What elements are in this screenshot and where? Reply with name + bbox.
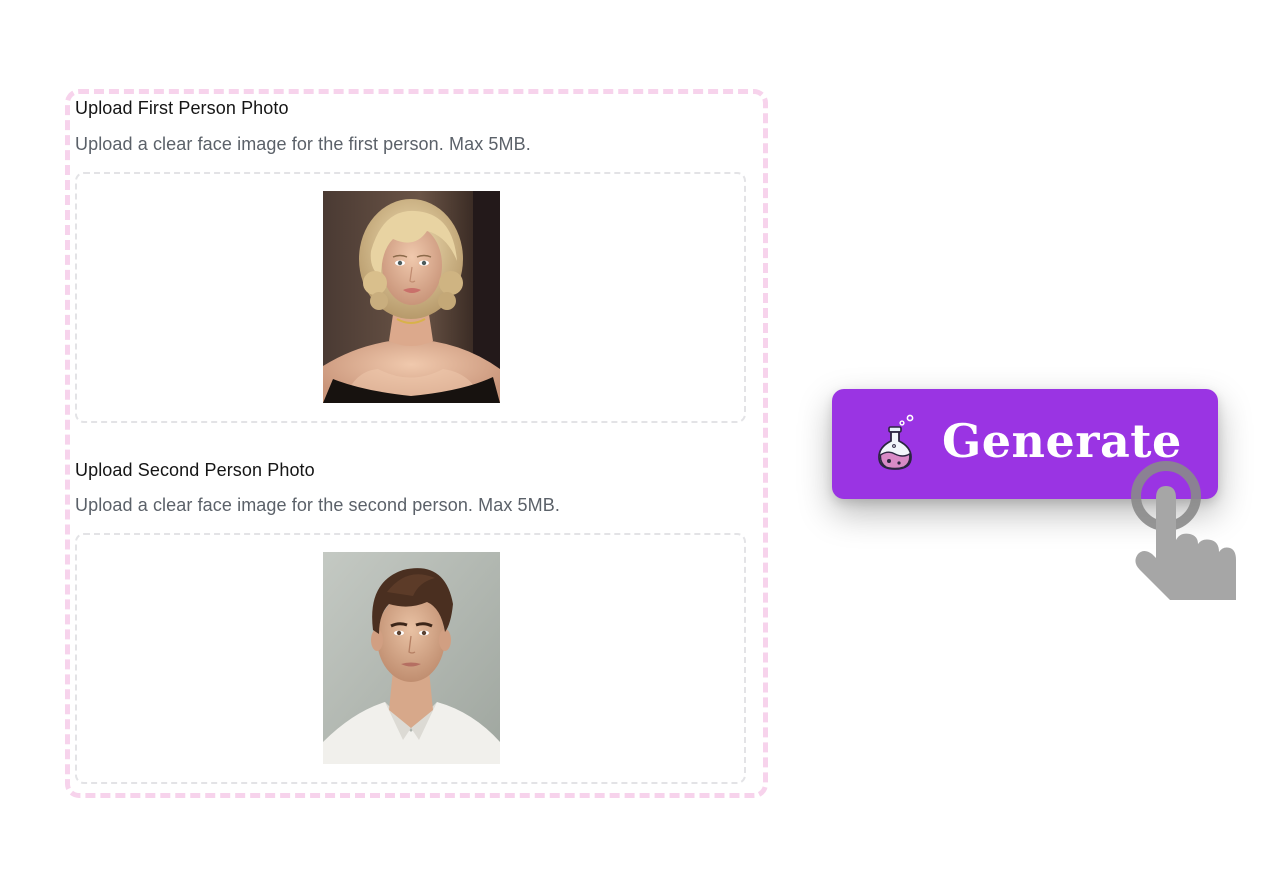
second-person-photo <box>323 552 500 764</box>
first-person-dropzone[interactable] <box>75 172 746 423</box>
hand-pointer-icon <box>1131 461 1236 600</box>
first-person-photo <box>323 191 500 403</box>
first-person-description: Upload a clear face image for the first … <box>75 134 531 154</box>
second-person-title: Upload Second Person Photo <box>75 460 315 480</box>
first-person-title: Upload First Person Photo <box>75 98 289 118</box>
second-person-description: Upload a clear face image for the second… <box>75 495 560 515</box>
second-person-dropzone[interactable] <box>75 533 746 784</box>
flask-icon <box>878 414 914 470</box>
